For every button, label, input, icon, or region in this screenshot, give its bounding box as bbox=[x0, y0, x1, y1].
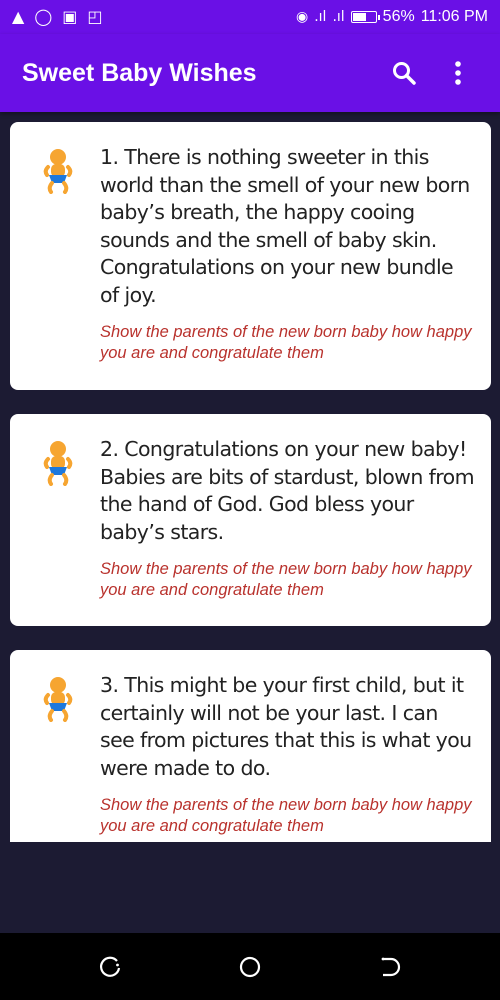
signal-icon-2: .ıl bbox=[332, 9, 345, 25]
wishes-list[interactable]: 1. There is nothing sweeter in this worl… bbox=[0, 112, 500, 842]
battery-icon bbox=[350, 11, 380, 23]
wish-card[interactable]: 3. This might be your first child, but i… bbox=[10, 650, 491, 842]
more-options-button[interactable] bbox=[438, 53, 478, 93]
baby-icon bbox=[42, 148, 78, 370]
back-button[interactable] bbox=[370, 947, 410, 987]
status-bar: ▲ ◯ ▣ ◰ ◉ .ıl .ıl 56% 11:06 PM bbox=[0, 0, 500, 34]
home-button[interactable] bbox=[230, 947, 270, 987]
wish-subtitle: Show the parents of the new born baby ho… bbox=[100, 560, 472, 599]
wish-card[interactable]: 2. Congratulations on your new baby! Bab… bbox=[10, 414, 491, 626]
image-icon: ▣ bbox=[62, 7, 78, 26]
recents-icon bbox=[99, 956, 121, 977]
wish-card[interactable]: 1. There is nothing sweeter in this worl… bbox=[10, 122, 491, 390]
wish-text: 3. This might be your first child, but i… bbox=[100, 673, 472, 780]
wish-text: 1. There is nothing sweeter in this worl… bbox=[100, 145, 470, 307]
status-right: ◉ .ıl .ıl 56% 11:06 PM bbox=[296, 8, 488, 26]
recents-button[interactable] bbox=[90, 947, 130, 987]
signal-icon: .ıl bbox=[314, 9, 327, 25]
back-icon bbox=[381, 957, 401, 976]
baby-icon bbox=[42, 440, 78, 606]
more-vert-icon bbox=[455, 61, 461, 85]
search-button[interactable] bbox=[384, 53, 424, 93]
hotspot-icon: ◉ bbox=[295, 9, 309, 25]
alert-icon: ▲ bbox=[12, 7, 25, 26]
battery-percent: 56% bbox=[382, 8, 415, 25]
wish-subtitle: Show the parents of the new born baby ho… bbox=[100, 796, 472, 835]
status-left-icons: ▲ ◯ ▣ ◰ bbox=[12, 9, 102, 25]
whatsapp-icon: ◯ bbox=[34, 7, 53, 26]
navigation-bar bbox=[0, 933, 500, 1000]
search-icon bbox=[393, 62, 416, 85]
wish-text: 2. Congratulations on your new baby! Bab… bbox=[100, 437, 475, 544]
app-title: Sweet Baby Wishes bbox=[22, 58, 257, 87]
clock: 11:06 PM bbox=[420, 8, 488, 25]
app-bar: Sweet Baby Wishes bbox=[0, 34, 500, 112]
home-icon bbox=[239, 956, 261, 977]
baby-icon bbox=[42, 676, 78, 842]
screenshot-icon: ◰ bbox=[87, 7, 103, 26]
wish-subtitle: Show the parents of the new born baby ho… bbox=[100, 323, 472, 362]
